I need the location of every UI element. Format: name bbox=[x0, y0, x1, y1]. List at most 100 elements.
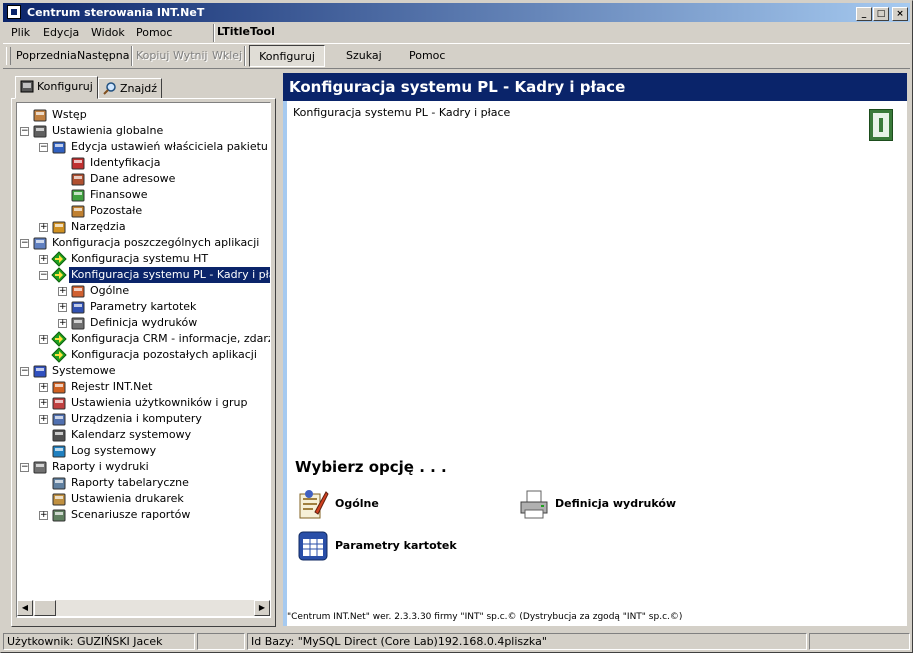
menu-edycja[interactable]: Edycja bbox=[43, 26, 79, 39]
tree-item[interactable]: + Narzędzia bbox=[17, 219, 270, 235]
tree-item-label: Raporty tabelaryczne bbox=[71, 476, 189, 489]
tree-item[interactable]: + Urządzenia i komputery bbox=[17, 411, 270, 427]
tree-item[interactable]: Raporty tabelaryczne bbox=[17, 475, 270, 491]
tree-item-label: Parametry kartotek bbox=[90, 300, 197, 313]
tree-item[interactable]: − Edycja ustawień właściciela pakietu bbox=[17, 139, 270, 155]
scroll-right-icon[interactable]: ▶ bbox=[254, 600, 270, 616]
tree-item[interactable]: + Scenariusze raportów bbox=[17, 507, 270, 523]
expand-icon[interactable]: + bbox=[39, 335, 48, 344]
expand-icon[interactable]: + bbox=[39, 223, 48, 232]
tree-item[interactable]: − Ustawienia globalne bbox=[17, 123, 270, 139]
printer-icon bbox=[71, 317, 85, 330]
menu-pomoc[interactable]: Pomoc bbox=[136, 26, 172, 39]
status-db: Id Bazy: "MySQL Direct (Core Lab)192.168… bbox=[247, 633, 807, 650]
next-button[interactable]: Następna bbox=[77, 49, 129, 62]
address-icon bbox=[71, 173, 85, 186]
option-general-label: Ogólne bbox=[335, 497, 379, 510]
tree-item-label: Pozostałe bbox=[90, 204, 143, 217]
horizontal-scrollbar[interactable]: ◀ ▶ bbox=[17, 600, 270, 616]
cut-button[interactable]: Wytnij bbox=[173, 49, 208, 62]
tree-item[interactable]: + Definicja wydruków bbox=[17, 315, 270, 331]
configure-button-label: Konfiguruj bbox=[259, 50, 315, 63]
tree-item-label: Dane adresowe bbox=[90, 172, 176, 185]
title-bar[interactable]: Centrum sterowania INT.NeT _ □ × bbox=[3, 3, 910, 22]
help-button[interactable]: Pomoc bbox=[409, 49, 445, 62]
expand-icon[interactable]: + bbox=[39, 511, 48, 520]
prev-button[interactable]: Poprzednia bbox=[16, 49, 77, 62]
tree-item[interactable]: + Konfiguracja CRM - informacje, zdarzeni… bbox=[17, 331, 270, 347]
menu-plik[interactable]: Plik bbox=[11, 26, 30, 39]
collapse-icon[interactable]: − bbox=[20, 463, 29, 472]
tree-item-label: Konfiguracja systemu PL - Kadry i płace bbox=[69, 267, 270, 283]
collapse-icon[interactable]: − bbox=[39, 143, 48, 152]
expand-icon[interactable]: + bbox=[39, 255, 48, 264]
expand-icon[interactable]: + bbox=[39, 399, 48, 408]
tree-item[interactable]: Ustawienia drukarek bbox=[17, 491, 270, 507]
splitter[interactable] bbox=[278, 72, 282, 632]
tools-icon bbox=[52, 221, 66, 234]
tree-item[interactable]: − Systemowe bbox=[17, 363, 270, 379]
toolbar-grip[interactable] bbox=[6, 47, 11, 65]
tab-configure[interactable]: Konfiguruj bbox=[15, 76, 98, 99]
tree-item[interactable]: − Konfiguracja systemu PL - Kadry i płace bbox=[17, 267, 270, 283]
scroll-thumb[interactable] bbox=[34, 600, 56, 616]
collapse-icon[interactable]: − bbox=[20, 367, 29, 376]
collapse-icon[interactable]: − bbox=[20, 127, 29, 136]
scroll-left-icon[interactable]: ◀ bbox=[17, 600, 33, 616]
tree-item[interactable]: − Konfiguracja poszczególnych aplikacji bbox=[17, 235, 270, 251]
expand-icon[interactable]: + bbox=[58, 287, 67, 296]
toolbar-separator bbox=[131, 46, 133, 66]
maximize-button[interactable]: □ bbox=[873, 7, 889, 21]
expand-icon[interactable]: + bbox=[39, 383, 48, 392]
tree-item[interactable]: + Parametry kartotek bbox=[17, 299, 270, 315]
tree-item[interactable]: Log systemowy bbox=[17, 443, 270, 459]
tree-item[interactable]: + Ustawienia użytkowników i grup bbox=[17, 395, 270, 411]
tree-item[interactable]: + Rejestr INT.Net bbox=[17, 379, 270, 395]
log-icon bbox=[52, 445, 66, 458]
tree-item-label: Definicja wydruków bbox=[90, 316, 198, 329]
app-icon[interactable] bbox=[7, 5, 21, 19]
tree-item[interactable]: Kalendarz systemowy bbox=[17, 427, 270, 443]
menu-separator bbox=[213, 24, 215, 42]
table-icon bbox=[71, 301, 85, 314]
navigation-tree[interactable]: Wstęp − Ustawienia globalne − Edycja ustawie… bbox=[16, 102, 271, 618]
menu-widok[interactable]: Widok bbox=[91, 26, 125, 39]
tree-item[interactable]: Identyfikacja bbox=[17, 155, 270, 171]
tree-item-label: Rejestr INT.Net bbox=[71, 380, 153, 393]
general-icon bbox=[299, 490, 329, 519]
tree-item[interactable]: − Raporty i wydruki bbox=[17, 459, 270, 475]
paste-button[interactable]: Wklej bbox=[212, 49, 242, 62]
collapse-icon[interactable]: − bbox=[39, 271, 48, 280]
tree-item-label: Urządzenia i komputery bbox=[71, 412, 202, 425]
expand-icon[interactable]: + bbox=[39, 415, 48, 424]
content-panel: Konfiguracja systemu PL - Kadry i płace … bbox=[283, 101, 907, 626]
content-header: Konfiguracja systemu PL - Kadry i płace bbox=[283, 73, 907, 101]
tree-item-label: Identyfikacja bbox=[90, 156, 161, 169]
close-button[interactable]: × bbox=[892, 7, 908, 21]
search-button[interactable]: Szukaj bbox=[346, 49, 382, 62]
collapse-icon[interactable]: − bbox=[20, 239, 29, 248]
ltitle-tool: LTitleTool bbox=[217, 25, 275, 38]
tree-item[interactable]: + Konfiguracja systemu HT bbox=[17, 251, 270, 267]
id-card-icon bbox=[71, 157, 85, 170]
apps-icon bbox=[33, 237, 47, 250]
tree-item[interactable]: Pozostałe bbox=[17, 203, 270, 219]
copy-button[interactable]: Kopiuj bbox=[136, 49, 169, 62]
expand-icon[interactable]: + bbox=[58, 303, 67, 312]
tree-item-label: Systemowe bbox=[52, 364, 116, 377]
tree-item[interactable]: Wstęp bbox=[17, 107, 270, 123]
tab-find[interactable]: Znajdź bbox=[98, 78, 163, 99]
tree-item[interactable]: Finansowe bbox=[17, 187, 270, 203]
scenario-icon bbox=[52, 509, 66, 522]
expand-icon[interactable]: + bbox=[58, 319, 67, 328]
minimize-button[interactable]: _ bbox=[856, 7, 872, 21]
configure-button[interactable]: Konfiguruj bbox=[249, 45, 325, 67]
edit-icon bbox=[52, 141, 66, 154]
printer-settings-icon bbox=[52, 493, 66, 506]
tree-item[interactable]: Dane adresowe bbox=[17, 171, 270, 187]
tree-item[interactable]: + Ogólne bbox=[17, 283, 270, 299]
tree-item[interactable]: Konfiguracja pozostałych aplikacji bbox=[17, 347, 270, 363]
left-tabs: Konfiguruj Znajdź bbox=[11, 76, 276, 100]
version-footer: "Centrum INT.Net" wer. 2.3.3.30 firmy "I… bbox=[287, 612, 683, 622]
tree-item-label: Edycja ustawień właściciela pakietu bbox=[71, 140, 268, 153]
